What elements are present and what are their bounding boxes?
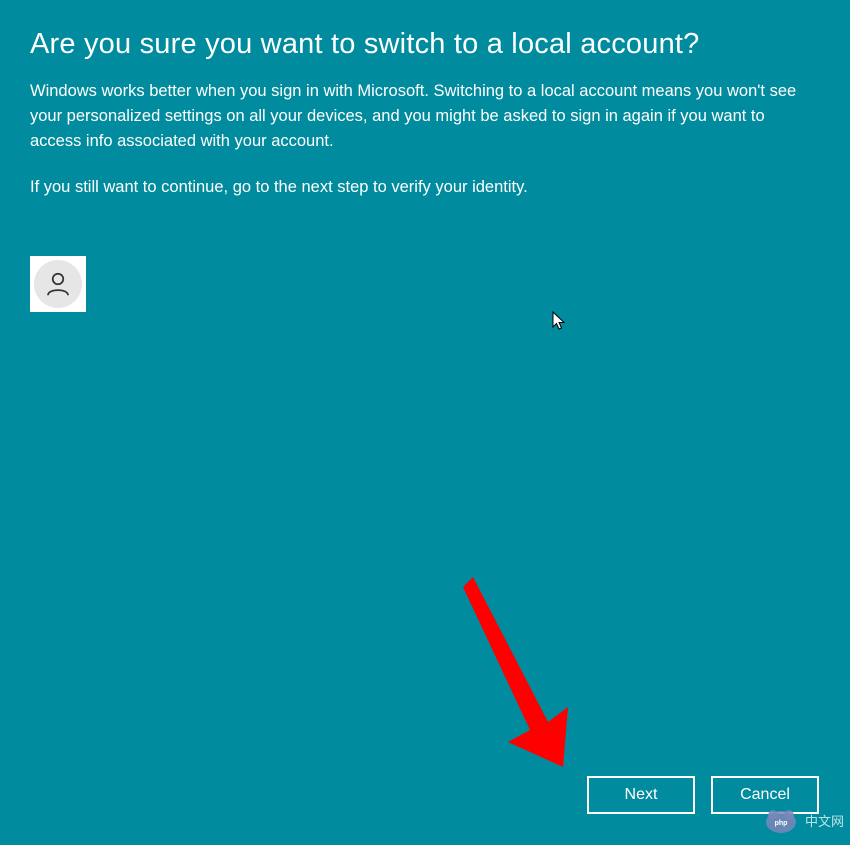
php-elephant-icon: php xyxy=(761,805,801,835)
watermark: php 中文网 xyxy=(761,805,844,835)
next-button[interactable]: Next xyxy=(587,776,695,814)
user-avatar xyxy=(30,256,86,312)
watermark-text: 中文网 xyxy=(805,811,844,830)
dialog-continue-text: If you still want to continue, go to the… xyxy=(30,175,820,200)
avatar-circle xyxy=(34,260,82,308)
dialog-body-text: Windows works better when you sign in wi… xyxy=(30,79,815,153)
svg-text:php: php xyxy=(775,820,788,827)
person-icon xyxy=(43,269,73,299)
dialog-heading: Are you sure you want to switch to a loc… xyxy=(30,28,820,61)
dialog-container: Are you sure you want to switch to a loc… xyxy=(0,0,850,845)
